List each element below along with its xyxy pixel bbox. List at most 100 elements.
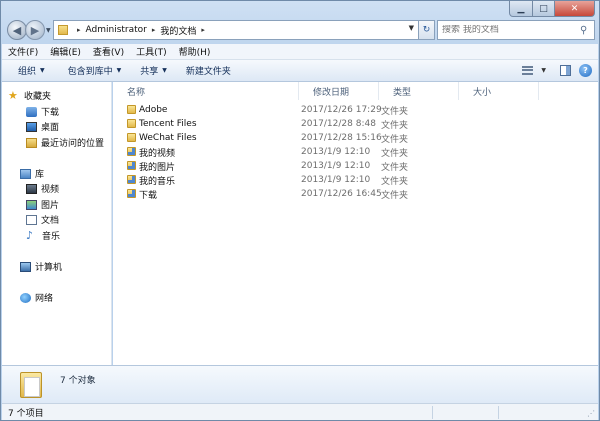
share-button[interactable]: 共享 ▼ xyxy=(130,64,176,77)
search-icon[interactable]: ⚲ xyxy=(580,25,587,36)
status-item-count: 7 个项目 xyxy=(8,408,44,419)
nav-item-desktop[interactable]: 桌面 xyxy=(26,120,59,133)
nav-item-videos[interactable]: 视频 xyxy=(26,182,59,195)
menu-edit[interactable]: 编辑(E) xyxy=(44,45,87,58)
chevron-right-icon[interactable]: ▸ xyxy=(201,26,205,34)
file-type: 文件夹 xyxy=(381,106,409,117)
menu-bar: 文件(F) 编辑(E) 查看(V) 工具(T) 帮助(H) xyxy=(2,44,598,60)
folder-icon xyxy=(127,119,136,128)
details-pane: 7 个对象 xyxy=(2,365,598,403)
nav-item-label: 文档 xyxy=(41,216,60,226)
nav-item-computer[interactable]: 计算机 xyxy=(20,260,62,273)
column-header-date-modified[interactable]: 修改日期 xyxy=(299,82,379,100)
file-date: 2017/12/28 15:16 xyxy=(301,133,382,143)
music-note-icon: ♪ xyxy=(26,228,34,242)
file-date: 2013/1/9 12:10 xyxy=(301,161,371,171)
minimize-icon: ▁ xyxy=(517,3,525,14)
picture-folder-icon xyxy=(127,161,136,170)
chevron-right-icon[interactable]: ▸ xyxy=(152,26,156,34)
organize-button[interactable]: 组织 ▼ xyxy=(2,64,54,77)
refresh-button[interactable]: ↻ xyxy=(419,20,435,40)
resize-grip-icon[interactable]: ⋰ xyxy=(587,409,595,418)
preview-pane-icon[interactable] xyxy=(560,65,571,76)
status-divider xyxy=(432,406,433,419)
nav-item-favorites[interactable]: ★ 收藏夹 xyxy=(8,89,51,103)
breadcrumb-my-documents[interactable]: 我的文档 xyxy=(160,24,196,37)
new-folder-button[interactable]: 新建文件夹 xyxy=(176,64,240,77)
file-row[interactable]: 我的音乐 2013/1/9 12:10 文件夹 xyxy=(127,173,417,187)
chevron-down-icon: ▼ xyxy=(40,67,45,74)
nav-item-music[interactable]: ♪ 音乐 xyxy=(26,228,61,243)
file-type: 文件夹 xyxy=(381,134,409,145)
file-type: 文件夹 xyxy=(381,148,409,159)
file-date: 2017/12/26 16:45 xyxy=(301,189,382,199)
document-library-icon xyxy=(26,214,37,225)
nav-item-libraries[interactable]: 库 xyxy=(20,167,44,180)
file-type: 文件夹 xyxy=(381,162,409,173)
search-box: ⚲ xyxy=(437,20,595,40)
breadcrumb-administrator[interactable]: Administrator xyxy=(86,25,147,35)
minimize-button[interactable]: ▁ xyxy=(509,1,533,17)
nav-item-pictures[interactable]: 图片 xyxy=(26,198,59,211)
window-controls: ▁ □ ✕ xyxy=(509,1,595,17)
search-input[interactable] xyxy=(442,25,576,35)
nav-item-recent[interactable]: 最近访问的位置 xyxy=(26,136,104,149)
download-folder-icon xyxy=(127,189,136,198)
nav-item-documents[interactable]: 文档 xyxy=(26,213,59,226)
file-type: 文件夹 xyxy=(381,190,409,201)
view-controls: ▼ ? xyxy=(522,64,592,77)
maximize-button[interactable]: □ xyxy=(533,1,555,17)
video-folder-icon xyxy=(127,147,136,156)
file-row[interactable]: 我的图片 2013/1/9 12:10 文件夹 xyxy=(127,159,417,173)
close-button[interactable]: ✕ xyxy=(555,1,595,17)
maximize-icon: □ xyxy=(539,3,548,14)
title-bar: ◀ ▶ ▼ ▸ Administrator ▸ 我的文档 ▸ ▼ ↻ ⚲ ▁ □… xyxy=(1,1,599,43)
address-history-dropdown-icon[interactable]: ▼ xyxy=(409,24,414,32)
recent-pages-dropdown-icon[interactable]: ▼ xyxy=(46,27,51,34)
file-row[interactable]: WeChat Files 2017/12/28 15:16 文件夹 xyxy=(127,131,417,145)
change-view-icon[interactable] xyxy=(522,66,534,75)
file-type: 文件夹 xyxy=(381,176,409,187)
chevron-down-icon[interactable]: ▼ xyxy=(541,67,546,74)
back-button[interactable]: ◀ xyxy=(7,20,27,40)
file-date: 2013/1/9 12:10 xyxy=(301,175,371,185)
column-header-name[interactable]: 名称 xyxy=(113,82,299,100)
file-list: 名称 修改日期 类型 大小 Adobe 2017/12/26 17:29 文件夹… xyxy=(113,82,598,365)
refresh-icon: ↻ xyxy=(422,25,431,35)
forward-button[interactable]: ▶ xyxy=(25,20,45,40)
file-row[interactable]: 下载 2017/12/26 16:45 文件夹 xyxy=(127,187,417,201)
menu-tools[interactable]: 工具(T) xyxy=(130,45,173,58)
library-icon xyxy=(20,168,31,179)
file-row[interactable]: Adobe 2017/12/26 17:29 文件夹 xyxy=(127,103,417,117)
include-in-library-button[interactable]: 包含到库中 ▼ xyxy=(54,64,131,77)
chevron-down-icon: ▼ xyxy=(116,67,122,74)
menu-help[interactable]: 帮助(H) xyxy=(173,45,217,58)
column-header-type[interactable]: 类型 xyxy=(379,82,459,100)
file-date: 2017/12/26 17:29 xyxy=(301,105,382,115)
file-name: WeChat Files xyxy=(139,133,197,143)
file-row[interactable]: Tencent Files 2017/12/28 8:48 文件夹 xyxy=(127,117,417,131)
file-row[interactable]: 我的视频 2013/1/9 12:10 文件夹 xyxy=(127,145,417,159)
address-bar[interactable]: ▸ Administrator ▸ 我的文档 ▸ ▼ xyxy=(53,20,419,40)
command-bar: 组织 ▼ 包含到库中 ▼ 共享 ▼ 新建文件夹 ▼ ? xyxy=(2,60,598,82)
nav-item-label: 下载 xyxy=(41,108,60,118)
status-divider xyxy=(498,406,499,419)
status-bar: 7 个项目 ⋰ xyxy=(2,403,598,420)
organize-label: 组织 xyxy=(18,67,37,77)
chevron-right-icon[interactable]: ▸ xyxy=(77,26,81,34)
folder-icon xyxy=(127,105,136,114)
column-header-size[interactable]: 大小 xyxy=(459,82,539,100)
nav-item-label: 图片 xyxy=(41,201,60,211)
close-icon: ✕ xyxy=(570,3,579,14)
file-name: 我的图片 xyxy=(139,162,176,173)
nav-item-downloads[interactable]: 下载 xyxy=(26,105,59,118)
help-icon[interactable]: ? xyxy=(579,64,592,77)
menu-file[interactable]: 文件(F) xyxy=(2,45,44,58)
music-folder-icon xyxy=(127,175,136,184)
nav-item-label: 音乐 xyxy=(42,232,61,242)
nav-item-label: 视频 xyxy=(41,185,60,195)
file-type: 文件夹 xyxy=(381,120,409,131)
menu-view[interactable]: 查看(V) xyxy=(87,45,130,58)
nav-item-network[interactable]: 网络 xyxy=(20,291,53,304)
file-date: 2013/1/9 12:10 xyxy=(301,147,371,157)
